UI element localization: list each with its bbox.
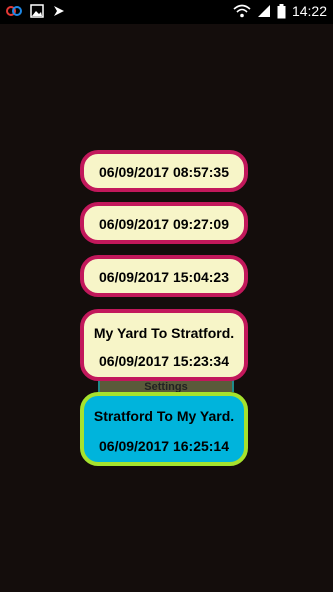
- app-notification-icon: [6, 4, 22, 18]
- entry-datetime: 06/09/2017 16:25:14: [99, 438, 229, 454]
- settings-button[interactable]: Settings: [98, 380, 234, 392]
- notification-icons: [6, 4, 66, 18]
- signal-icon: [257, 4, 271, 18]
- system-icons: 14:22: [233, 3, 327, 19]
- entry-card-active[interactable]: Stratford To My Yard. 06/09/2017 16:25:1…: [80, 392, 248, 466]
- entry-card[interactable]: 06/09/2017 09:27:09: [80, 202, 248, 244]
- battery-icon: [277, 3, 286, 19]
- wifi-icon: [233, 4, 251, 18]
- entry-datetime: 06/09/2017 15:04:23: [99, 269, 229, 285]
- entry-datetime: 06/09/2017 09:27:09: [99, 216, 229, 232]
- entry-title: Stratford To My Yard.: [93, 408, 235, 424]
- entry-card[interactable]: My Yard To Stratford. 06/09/2017 15:23:3…: [80, 309, 248, 381]
- image-icon: [30, 4, 44, 18]
- entry-card[interactable]: 06/09/2017 15:04:23: [80, 255, 248, 297]
- entry-card[interactable]: 06/09/2017 08:57:35: [80, 150, 248, 192]
- clock: 14:22: [291, 3, 327, 19]
- settings-label: Settings: [144, 381, 188, 392]
- entry-datetime: 06/09/2017 08:57:35: [99, 164, 229, 180]
- entry-datetime: 06/09/2017 15:23:34: [99, 353, 229, 369]
- app-icon: [52, 4, 66, 18]
- status-bar: 14:22: [0, 0, 333, 24]
- entry-title: My Yard To Stratford.: [93, 325, 235, 341]
